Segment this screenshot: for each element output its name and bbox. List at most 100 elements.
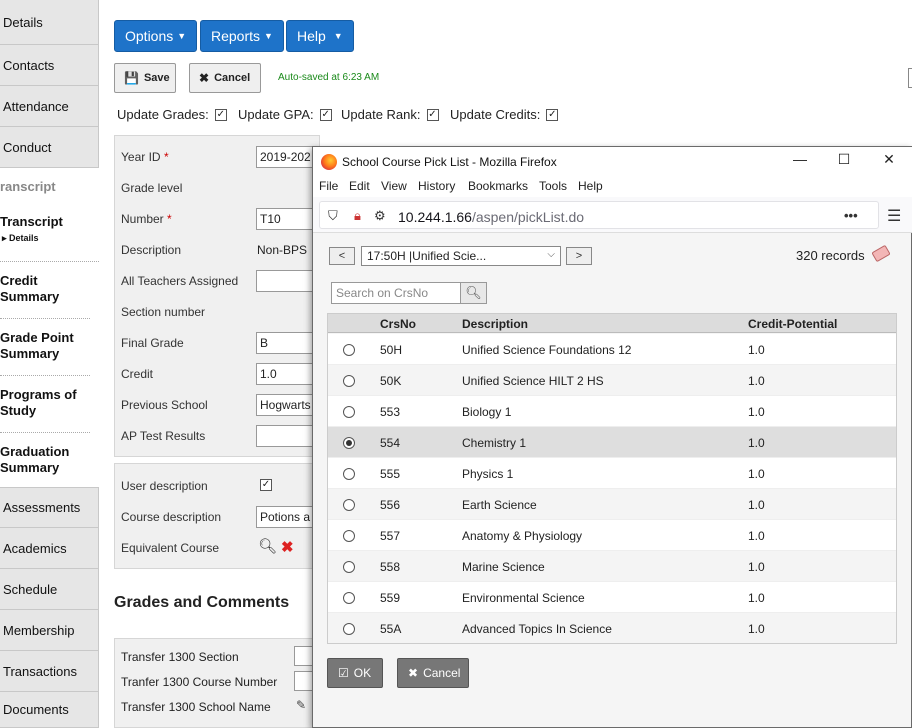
transfer-section-field[interactable] [294,646,314,666]
table-row[interactable]: 559 Environmental Science 1.0 [327,582,897,613]
previous-button[interactable]: < [329,247,355,265]
update-grades-option[interactable]: Update Grades: ✓ [117,107,227,122]
sidebar-item-credit-summary[interactable]: Credit Summary [0,273,90,319]
credit-field[interactable]: 1.0 [256,363,314,385]
minimize-icon[interactable]: — [790,151,810,167]
update-credits-checkbox[interactable]: ✓ [546,108,559,121]
sidebar-item-graduation-summary[interactable]: Graduation Summary [0,444,90,486]
column-header-credit[interactable]: Credit-Potential [748,317,837,331]
reports-menu-button[interactable]: Reports ▼ [200,20,284,52]
course-selector[interactable]: 17:50H |Unified Scie... ⌵ [361,246,561,266]
update-credits-option[interactable]: Update Credits: ✓ [450,107,559,122]
update-rank-option[interactable]: Update Rank: ✓ [341,107,439,122]
sidebar-tab-schedule[interactable]: Schedule [0,569,99,610]
page-actions-icon[interactable]: ••• [844,208,858,223]
all-teachers-field[interactable] [256,270,314,292]
close-icon: ✖ [408,666,419,680]
table-row[interactable]: 553 Biology 1 1.0 [327,396,897,427]
cell-crsno: 559 [380,591,401,605]
table-row[interactable]: 556 Earth Science 1.0 [327,489,897,520]
row-radio-button[interactable] [343,623,355,635]
row-radio-button[interactable] [343,468,355,480]
table-row[interactable]: 555 Physics 1 1.0 [327,458,897,489]
ok-button[interactable]: ☑ OK [327,658,383,688]
table-row[interactable]: 558 Marine Science 1.0 [327,551,897,582]
sidebar-tab-attendance[interactable]: Attendance [0,86,99,127]
sidebar-item-transcript[interactable]: Transcript ▸ Details [0,214,99,262]
sidebar-item-grade-point-summary[interactable]: Grade Point Summary [0,330,90,376]
number-field[interactable]: T10 [256,208,314,230]
sidebar-tab-conduct[interactable]: Conduct [0,127,99,168]
maximize-icon[interactable]: ☐ [834,151,854,168]
update-credits-label: Update Credits: [450,107,541,122]
sidebar-tab-academics[interactable]: Academics [0,528,99,569]
next-button[interactable]: > [566,247,592,265]
menu-file[interactable]: File [319,179,338,193]
transfer-course-number-field[interactable] [294,671,314,691]
options-menu-button[interactable]: Options ▼ [114,20,198,52]
popup-cancel-button[interactable]: ✖ Cancel [397,658,469,688]
pencil-icon[interactable]: ✎ [296,698,306,712]
menu-tools[interactable]: Tools [539,179,567,193]
cancel-button[interactable]: ✖ Cancel [189,63,261,93]
sidebar-tab-documents[interactable]: Documents [0,692,99,728]
table-row[interactable]: 557 Anatomy & Physiology 1.0 [327,520,897,551]
row-radio-button[interactable] [343,561,355,573]
sidebar-tab-assessments[interactable]: Assessments [0,487,99,528]
update-gpa-checkbox[interactable]: ✓ [319,108,332,121]
transfer-course-number-label: Tranfer 1300 Course Number [121,675,278,689]
url-field[interactable]: ⛉ 🔒︎ ⚙ 10.244.1.66/aspen/pickList.do ••• [319,201,879,229]
help-menu-button[interactable]: Help ▼ [286,20,354,52]
search-icon[interactable]: 🔍︎ [258,537,277,555]
update-rank-checkbox[interactable]: ✓ [426,108,439,121]
user-description-checkbox[interactable]: ✓ [260,479,272,491]
row-radio-button[interactable] [343,344,355,356]
table-row[interactable]: 55A Advanced Topics In Science 1.0 [327,613,897,644]
chevron-down-icon: ⌵ [547,249,555,260]
search-input[interactable]: Search on CrsNo [331,282,461,304]
table-row[interactable]: 50K Unified Science HILT 2 HS 1.0 [327,365,897,396]
save-button[interactable]: 💾 Save [114,63,176,93]
row-radio-button[interactable] [343,530,355,542]
final-grade-field[interactable]: B [256,332,314,354]
menu-help[interactable]: Help [578,179,603,193]
row-radio-button[interactable] [343,592,355,604]
course-description-field[interactable]: Potions a [256,506,314,528]
column-header-description[interactable]: Description [462,317,528,331]
sidebar-tab-details[interactable]: Details [0,0,99,45]
sidebar-tab-membership[interactable]: Membership [0,610,99,651]
ap-test-results-field[interactable] [256,425,314,447]
sidebar-item-programs-of-study[interactable]: Programs of Study [0,387,90,433]
row-radio-button[interactable] [343,406,355,418]
previous-school-field[interactable]: Hogwarts [256,394,314,416]
row-radio-button[interactable] [343,375,355,387]
menu-history[interactable]: History [418,179,455,193]
year-id-field[interactable]: 2019-202 [256,146,314,168]
search-icon[interactable]: 🔍︎ [460,282,487,304]
sidebar-tab-transactions[interactable]: Transactions [0,651,99,692]
permissions-icon[interactable]: ⚙ [374,208,386,224]
column-header-crsno[interactable]: CrsNo [380,317,416,331]
table-row[interactable]: 50H Unified Science Foundations 12 1.0 [327,334,897,365]
table-header: CrsNo Description Credit-Potential [327,313,897,333]
clear-icon[interactable]: ✖ [281,538,294,556]
scroll-edge [908,68,912,88]
sidebar-tab-contacts[interactable]: Contacts [0,45,99,86]
sidebar-transcript-header[interactable]: ranscript [0,179,56,194]
menu-view[interactable]: View [381,179,407,193]
row-radio-button[interactable] [343,499,355,511]
insecure-lock-icon[interactable]: 🔒︎ [354,208,361,224]
menu-bookmarks[interactable]: Bookmarks [468,179,528,193]
close-window-icon[interactable]: ✕ [879,151,899,168]
update-gpa-option[interactable]: Update GPA: ✓ [238,107,332,122]
sidebar-subitem-details[interactable]: ▸ Details [0,230,99,246]
hamburger-menu-icon[interactable]: ☰ [887,206,901,226]
cell-description: Earth Science [462,498,537,512]
update-grades-checkbox[interactable]: ✓ [214,108,227,121]
shield-icon[interactable]: ⛉ [328,208,338,224]
row-radio-button[interactable] [343,437,355,449]
menu-edit[interactable]: Edit [349,179,370,193]
table-row[interactable]: 554 Chemistry 1 1.0 [327,427,897,458]
cell-credit: 1.0 [748,498,765,512]
eraser-icon[interactable] [871,244,891,263]
